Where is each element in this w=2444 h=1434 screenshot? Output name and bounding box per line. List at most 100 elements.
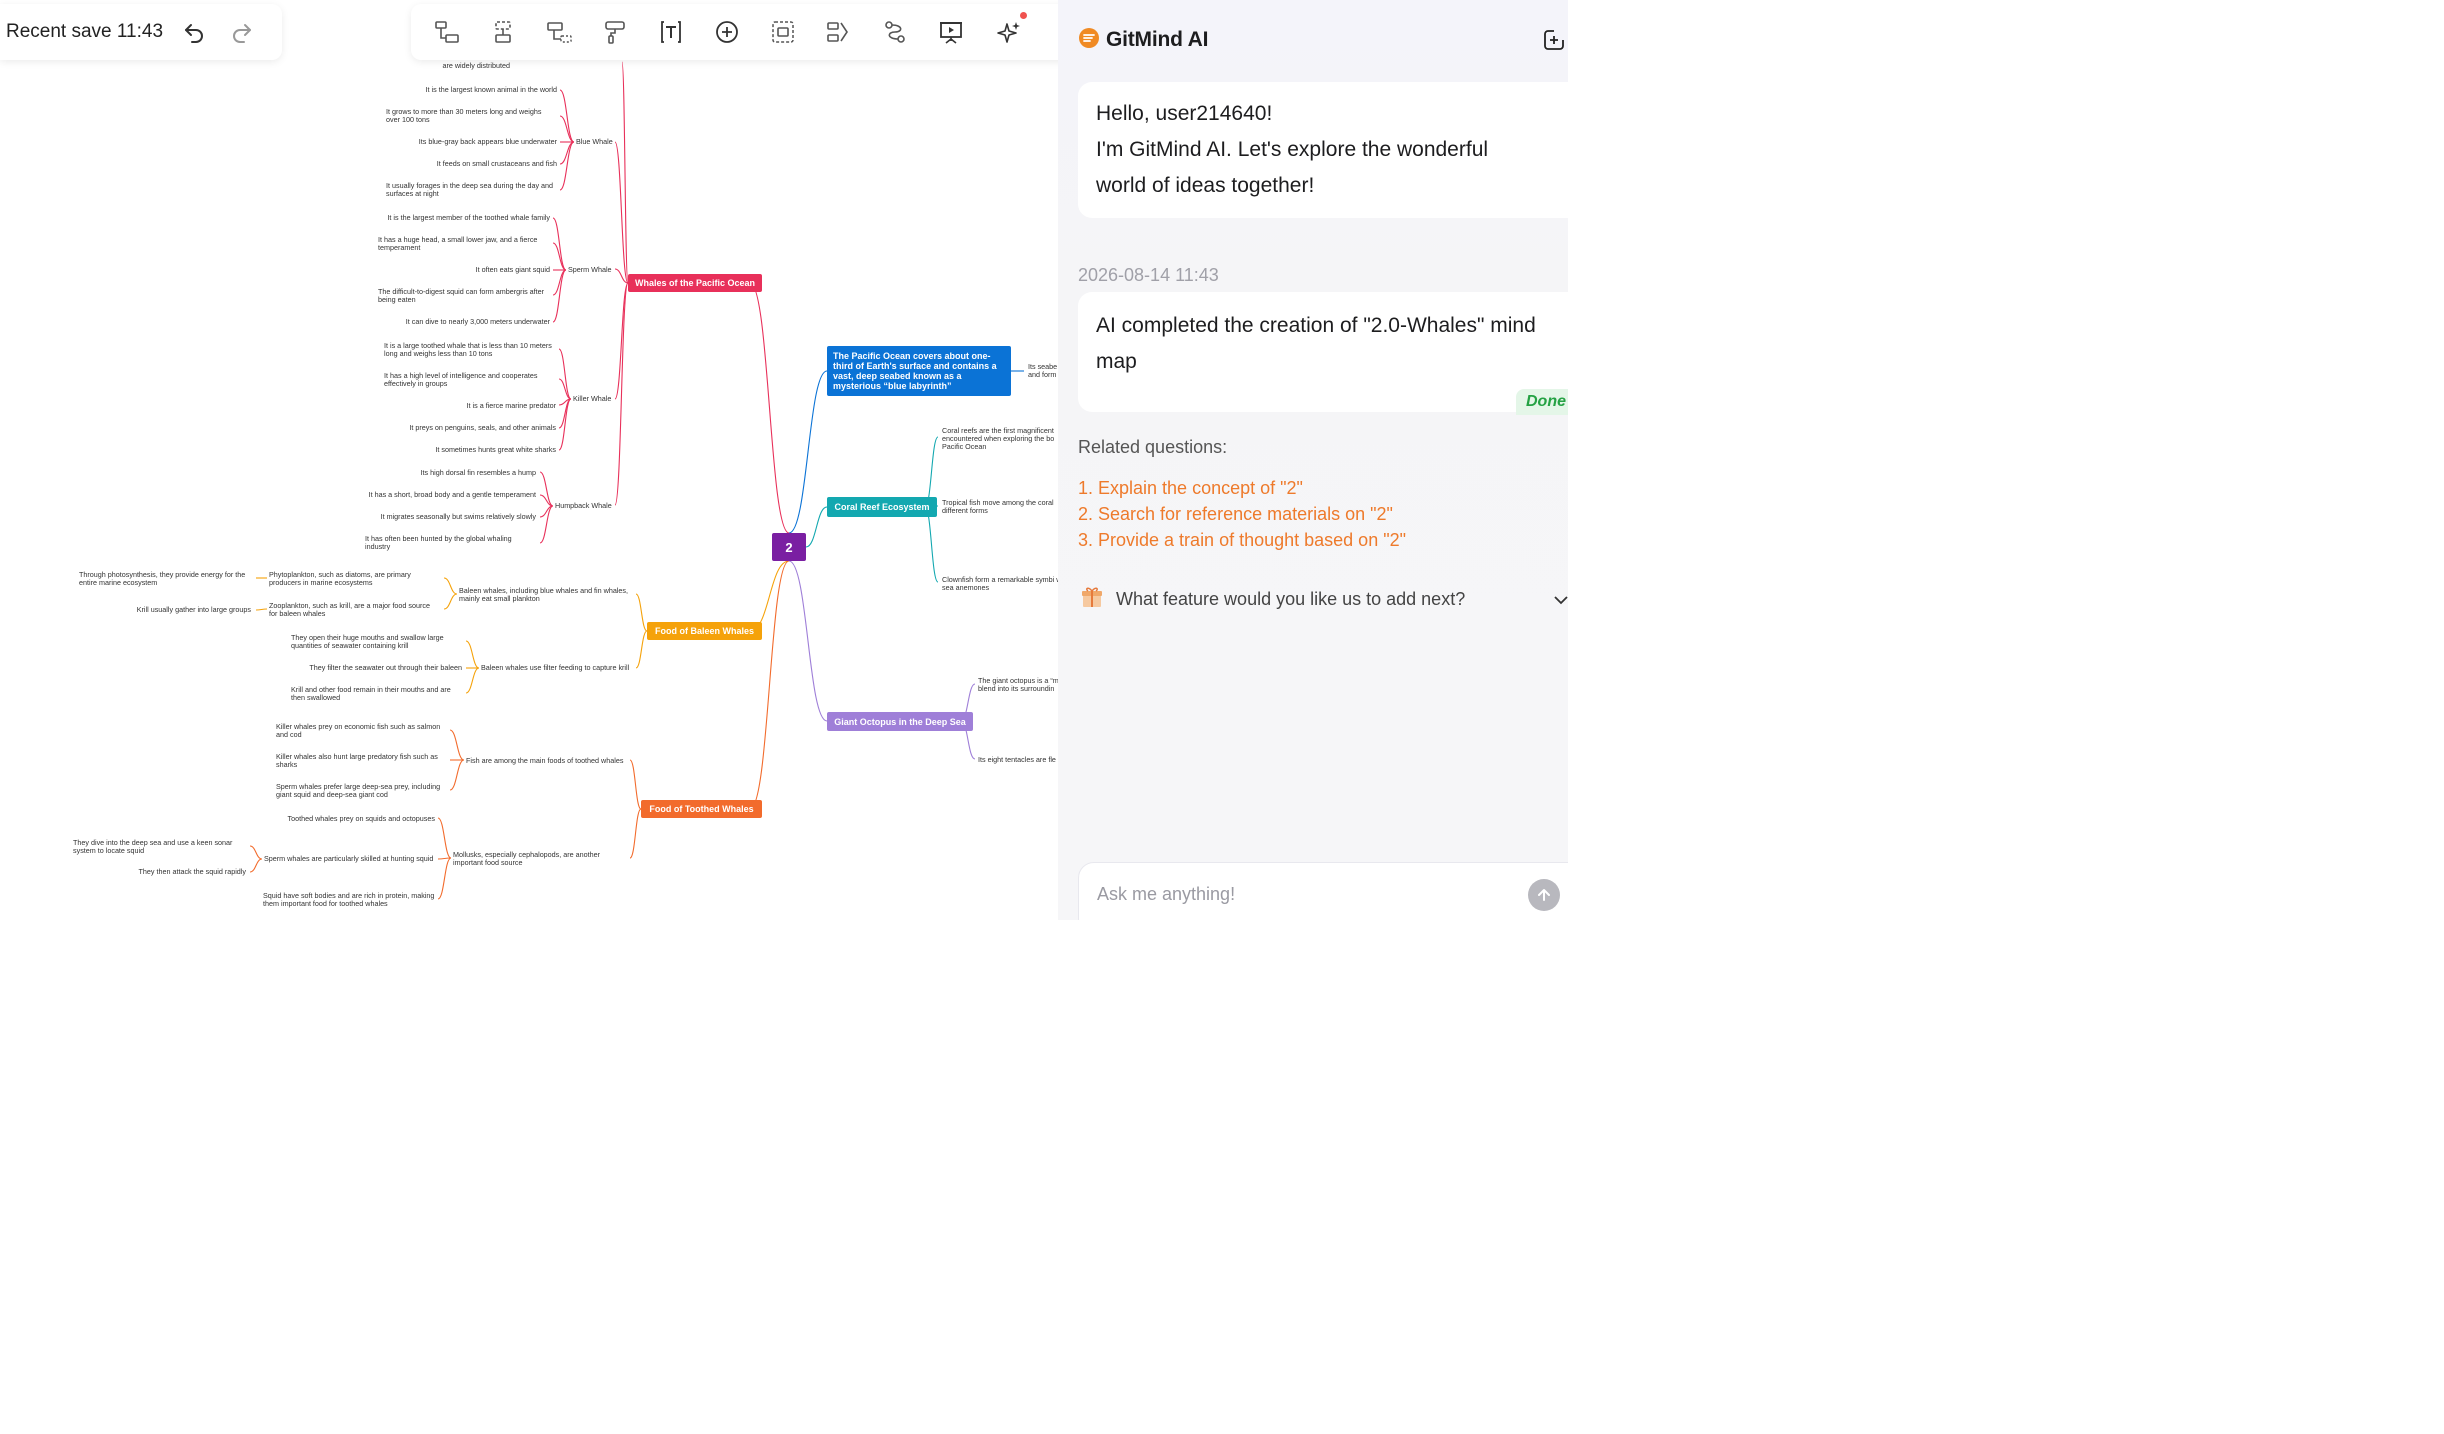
greeting-card: Hello, user214640! I'm GitMind AI. Let's… [1078, 82, 1568, 218]
killer-whale-fact[interactable]: It is a fierce marine predator [384, 401, 556, 410]
related-question[interactable]: 2. Search for reference materials on "2" [1078, 504, 1393, 525]
phytoplankton-node[interactable]: Phytoplankton, such as diatoms, are prim… [269, 570, 429, 587]
sperm-squid-fact[interactable]: They then attack the squid rapidly [80, 867, 246, 876]
ai-sparkle-icon[interactable] [993, 12, 1027, 48]
sperm-squid-fact[interactable]: They dive into the deep sea and use a ke… [73, 838, 247, 855]
humpback-fact[interactable]: It has a short, broad body and a gentle … [366, 490, 536, 499]
humpback-label[interactable]: Humpback Whale [555, 501, 612, 510]
connector-line [443, 593, 458, 610]
related-question[interactable]: 3. Provide a train of thought based on "… [1078, 530, 1406, 551]
humpback-fact[interactable]: It has often been hunted by the global w… [365, 534, 537, 551]
octopus-fact[interactable]: Its eight tentacles are fle [978, 755, 1058, 764]
topic-toothed-food[interactable]: Food of Toothed Whales [641, 800, 762, 818]
fish-food-fact[interactable]: Sperm whales prefer large deep-sea prey,… [276, 782, 448, 799]
topic-pacific[interactable]: The Pacific Ocean covers about one-third… [827, 346, 1011, 396]
arrow-up-icon [1538, 889, 1550, 901]
mollusk-fact[interactable]: Squid have soft bodies and are rich in p… [263, 891, 435, 908]
blue-whale-fact[interactable]: It grows to more than 30 meters long and… [386, 107, 557, 124]
related-question[interactable]: 1. Explain the concept of "2" [1078, 478, 1303, 499]
sperm-whale-fact[interactable]: It is the largest member of the toothed … [378, 213, 550, 222]
connector-line [255, 608, 268, 611]
filter-feeding-node[interactable]: Baleen whales use filter feeding to capt… [481, 663, 629, 672]
ai-message-card: AI completed the creation of "2.0-Whales… [1078, 292, 1568, 412]
text-icon[interactable] [655, 16, 687, 48]
child-topic-icon[interactable] [431, 16, 463, 48]
coral-fact[interactable]: Coral reefs are the first magnificent en… [942, 426, 1058, 452]
sperm-whale-fact[interactable]: It can dive to nearly 3,000 meters under… [378, 317, 550, 326]
topic-coral-reef[interactable]: Coral Reef Ecosystem [827, 497, 937, 517]
coral-fact[interactable]: Clownfish form a remarkable symbi with s… [942, 575, 1058, 592]
killer-whale-fact[interactable]: It sometimes hunts great white sharks [384, 445, 556, 454]
mollusk-fact[interactable]: Toothed whales prey on squids and octopu… [266, 814, 435, 823]
new-chat-icon[interactable] [1542, 28, 1566, 52]
blue-whale-fact[interactable]: It is the largest known animal in the wo… [386, 85, 557, 94]
topic-whales[interactable]: Whales of the Pacific Ocean [628, 274, 762, 292]
connector-line [924, 506, 939, 583]
sibling-topic-icon[interactable] [487, 16, 519, 48]
gitmind-logo-icon [1078, 27, 1100, 54]
chevron-down-icon[interactable] [1552, 591, 1568, 614]
mollusk-node[interactable]: Mollusks, especially cephalopods, are an… [453, 850, 623, 867]
coral-fact[interactable]: Tropical fish move among the coral diffe… [942, 498, 1058, 515]
humpback-fact[interactable]: It migrates seasonally but swims relativ… [366, 512, 536, 521]
recent-save-text: Recent save 11:43 [6, 21, 164, 42]
connector-line [559, 141, 575, 191]
connector-line [449, 729, 465, 761]
fish-food-fact[interactable]: Killer whales prey on economic fish such… [276, 722, 446, 739]
notification-dot [1020, 12, 1027, 19]
sperm-whale-fact[interactable]: The difficult-to-digest squid can form a… [378, 287, 550, 304]
connector-line [249, 845, 263, 860]
connector-line [437, 857, 452, 900]
baleen-subtopic[interactable]: Baleen whales, including blue whales and… [459, 586, 631, 603]
killer-whale-fact[interactable]: It is a large toothed whale that is less… [384, 341, 556, 358]
fish-food-fact[interactable]: Killer whales also hunt large predatory … [276, 752, 446, 769]
summary-icon[interactable] [823, 16, 855, 48]
connector-line [635, 630, 648, 669]
killer-whale-fact[interactable]: It preys on penguins, seals, and other a… [384, 423, 556, 432]
octopus-fact[interactable]: The giant octopus is a “m blend into its… [978, 676, 1058, 693]
message-timestamp: 2026-08-14 11:43 [1078, 265, 1219, 285]
toolbar [411, 4, 1058, 60]
presentation-icon[interactable] [935, 16, 967, 48]
format-painter-icon[interactable] [599, 16, 631, 48]
filter-feeding-fact[interactable]: They filter the seawater out through the… [291, 663, 462, 672]
gift-box-icon [1080, 585, 1104, 614]
connector-line [449, 759, 465, 791]
sperm-whale-label[interactable]: Sperm Whale [568, 265, 612, 274]
pacific-child[interactable]: Its seabe and form [1028, 362, 1058, 379]
sperm-squid-node[interactable]: Sperm whales are particularly skilled at… [264, 854, 433, 863]
humpback-fact[interactable]: Its high dorsal fin resembles a hump [366, 468, 536, 477]
killer-whale-label[interactable]: Killer Whale [573, 394, 611, 403]
connector-line [552, 269, 567, 296]
relationship-icon[interactable] [879, 16, 911, 48]
blue-whale-label[interactable]: Blue Whale [576, 137, 613, 146]
boundary-icon[interactable] [767, 16, 799, 48]
root-topic[interactable]: 2 [772, 533, 806, 561]
chat-input[interactable] [1095, 883, 1519, 906]
undo-icon[interactable] [174, 12, 214, 52]
blue-whale-fact[interactable]: Its blue-gray back appears blue underwat… [386, 137, 557, 146]
zooplankton-detail[interactable]: Krill usually gather into large groups [100, 605, 251, 614]
filter-feeding-fact[interactable]: They open their huge mouths and swallow … [291, 633, 459, 650]
node-fragment[interactable]: are widely distributed [380, 61, 510, 70]
blue-whale-fact[interactable]: It feeds on small crustaceans and fish [386, 159, 557, 168]
feature-request-row[interactable]: What feature would you like us to add ne… [1080, 585, 1568, 613]
filter-feeding-fact[interactable]: Krill and other food remain in their mou… [291, 685, 459, 702]
blue-whale-fact[interactable]: It usually forages in the deep sea durin… [386, 181, 557, 198]
topic-baleen-food[interactable]: Food of Baleen Whales [647, 622, 762, 640]
sperm-whale-fact[interactable]: It has a huge head, a small lower jaw, a… [378, 235, 550, 252]
mindmap-canvas[interactable]: are widely distributed It is the largest… [0, 0, 1058, 920]
killer-whale-fact[interactable]: It has a high level of intelligence and … [384, 371, 556, 388]
feature-request-text: What feature would you like us to add ne… [1116, 588, 1466, 609]
insert-icon[interactable] [711, 16, 743, 48]
sperm-whale-fact[interactable]: It often eats giant squid [378, 265, 550, 274]
root-connector [749, 282, 790, 534]
connector-line [465, 640, 480, 669]
send-button[interactable] [1528, 879, 1560, 911]
redo-icon[interactable] [222, 12, 262, 52]
topic-giant-octopus[interactable]: Giant Octopus in the Deep Sea [827, 712, 973, 731]
phytoplankton-detail[interactable]: Through photosynthesis, they provide ene… [79, 570, 251, 587]
subtopic-icon[interactable] [543, 16, 575, 48]
fish-food-node[interactable]: Fish are among the main foods of toothed… [466, 756, 623, 765]
zooplankton-node[interactable]: Zooplankton, such as krill, are a major … [269, 601, 439, 618]
